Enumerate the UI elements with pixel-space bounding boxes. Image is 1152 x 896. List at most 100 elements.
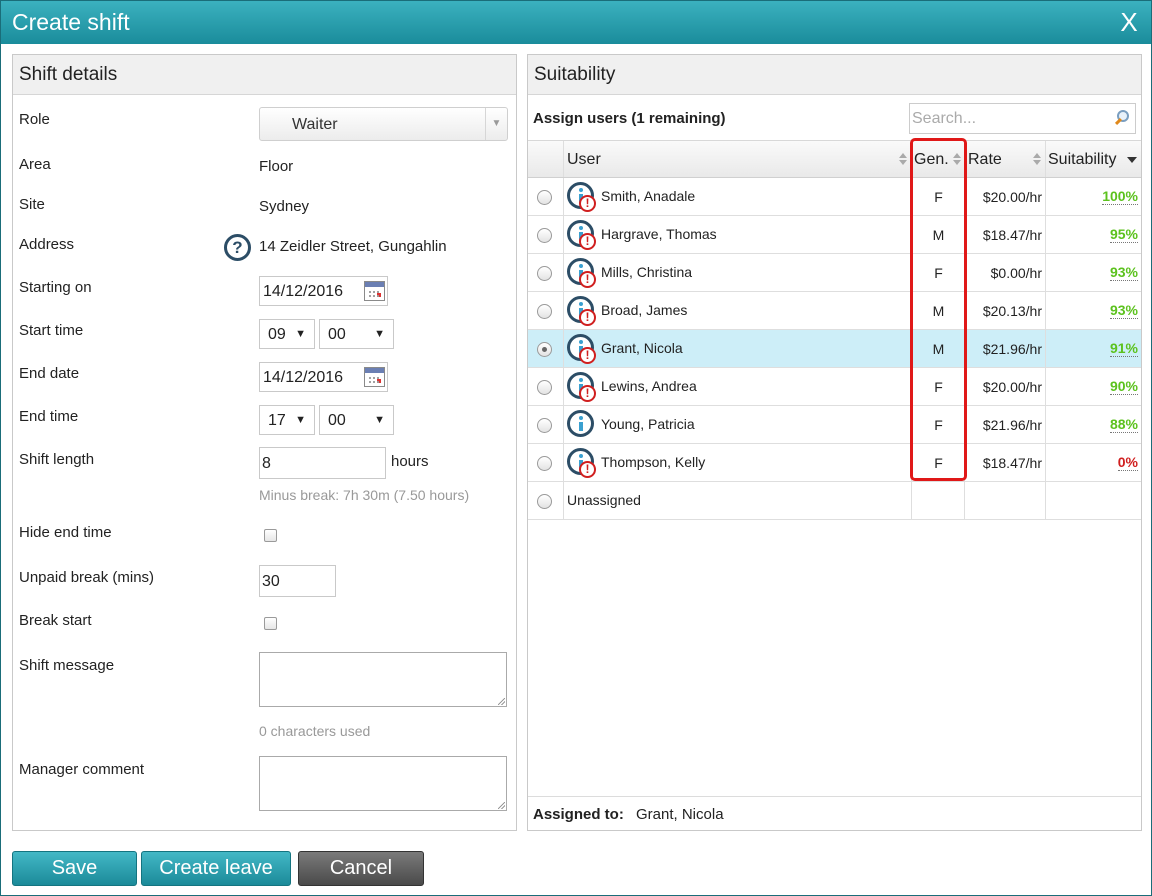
user-rate: $21.96/hr [982,417,1042,433]
calendar-icon[interactable] [364,367,385,387]
role-select[interactable]: Waiter ▼ [259,107,508,141]
info-icon [567,410,594,437]
hide-end-time-checkbox[interactable] [264,529,277,542]
rate-cell: $21.96/hr [965,406,1046,443]
user-suitability[interactable]: 0% [1117,455,1138,471]
user-suitability[interactable]: 90% [1109,379,1138,395]
shift-length-label: Shift length [19,451,95,468]
end-minute-select[interactable]: 00 ▼ [319,405,394,435]
user-radio[interactable] [537,418,552,433]
user-gender: F [934,417,943,433]
create-leave-button[interactable]: Create leave [141,851,291,886]
user-radio[interactable] [537,304,552,319]
sort-icon[interactable] [899,153,907,165]
suitability-cell [1046,482,1141,519]
user-suitability[interactable]: 93% [1109,303,1138,319]
warning-icon: ! [579,233,596,250]
user-suitability[interactable]: 95% [1109,227,1138,243]
user-info-icon[interactable]: ! [567,182,596,212]
user-gender: F [934,379,943,395]
user-radio[interactable] [537,342,552,357]
search-input[interactable]: Search... [909,103,1136,134]
rate-cell: $18.47/hr [965,444,1046,481]
manager-comment-textarea[interactable] [259,756,507,811]
suitability-cell: 93% [1046,292,1141,329]
table-row[interactable]: ! Grant, Nicola M $21.96/hr 91% [528,330,1141,368]
starting-on-input[interactable]: 14/12/2016 [259,276,388,306]
table-row[interactable]: ! Thompson, Kelly F $18.47/hr 0% [528,444,1141,482]
user-info-icon[interactable]: ! [567,372,596,402]
user-radio[interactable] [537,266,552,281]
user-radio[interactable] [537,380,552,395]
chevron-down-icon: ▼ [295,328,306,340]
end-hour-select[interactable]: 17 ▼ [259,405,315,435]
user-info-icon[interactable]: ! [567,334,596,364]
table-row[interactable]: ! Smith, Anadale F $20.00/hr 100% [528,178,1141,216]
table-row-unassigned[interactable]: Unassigned [528,482,1141,520]
user-gender: M [932,303,945,319]
unpaid-break-input[interactable]: 30 [259,565,336,597]
user-info-icon[interactable]: ! [567,258,596,288]
start-minute-value: 00 [328,326,346,343]
user-suitability[interactable]: 93% [1109,265,1138,281]
chevron-down-icon: ▼ [374,414,385,426]
table-row[interactable]: ! Hargrave, Thomas M $18.47/hr 95% [528,216,1141,254]
shift-message-textarea[interactable] [259,652,507,707]
table-row[interactable]: ! Broad, James M $20.13/hr 93% [528,292,1141,330]
help-icon[interactable]: ? [224,234,251,261]
select-cell [528,406,564,443]
sort-icon[interactable] [1033,153,1041,165]
start-hour-select[interactable]: 09 ▼ [259,319,315,349]
table-row[interactable]: Young, Patricia F $21.96/hr 88% [528,406,1141,444]
select-cell [528,292,564,329]
user-suitability[interactable]: 100% [1102,189,1138,205]
table-row[interactable]: ! Lewins, Andrea F $20.00/hr 90% [528,368,1141,406]
cancel-button[interactable]: Cancel [298,851,424,886]
user-radio[interactable] [537,456,552,471]
end-date-input[interactable]: 14/12/2016 [259,362,388,392]
area-value: Floor [259,158,294,175]
user-info-icon[interactable] [567,410,596,440]
suitability-cell: 95% [1046,216,1141,253]
site-value: Sydney [259,198,310,215]
user-rate: $18.47/hr [982,455,1042,471]
gender-cell [912,482,965,519]
save-button[interactable]: Save [12,851,137,886]
user-radio[interactable] [537,228,552,243]
header-gender[interactable]: Gen. [912,141,965,177]
calendar-icon[interactable] [364,281,385,301]
break-start-checkbox[interactable] [264,617,277,630]
manager-comment-label: Manager comment [19,761,145,778]
user-suitability[interactable]: 88% [1109,417,1138,433]
gender-cell: M [912,330,965,367]
user-name: Hargrave, Thomas [601,226,717,242]
header-user[interactable]: User [564,141,912,177]
sort-icon[interactable] [953,153,961,165]
header-user-label: User [567,151,601,168]
rate-cell [965,482,1046,519]
table-row[interactable]: ! Mills, Christina F $0.00/hr 93% [528,254,1141,292]
user-radio[interactable] [537,190,552,205]
header-rate[interactable]: Rate [965,141,1046,177]
site-label: Site [19,196,45,213]
user-info-icon[interactable]: ! [567,220,596,250]
select-cell [528,368,564,405]
gender-cell: M [912,216,965,253]
shift-length-value: 8 [262,455,271,472]
start-minute-select[interactable]: 00 ▼ [319,319,394,349]
role-value: Waiter [292,116,338,133]
header-suitability[interactable]: Suitability [1046,141,1141,177]
start-time-label: Start time [19,322,84,339]
chevron-down-icon: ▼ [295,414,306,426]
shift-length-input[interactable]: 8 [259,447,386,479]
user-info-icon[interactable]: ! [567,296,596,326]
sort-desc-icon[interactable] [1127,157,1137,163]
user-info-icon[interactable]: ! [567,448,596,478]
search-icon[interactable] [1113,110,1129,126]
select-cell [528,482,564,519]
end-time-label: End time [19,408,79,425]
close-icon[interactable]: X [1117,9,1141,35]
unassigned-radio[interactable] [537,494,552,509]
user-suitability[interactable]: 91% [1109,341,1138,357]
unpaid-break-value: 30 [262,573,280,590]
